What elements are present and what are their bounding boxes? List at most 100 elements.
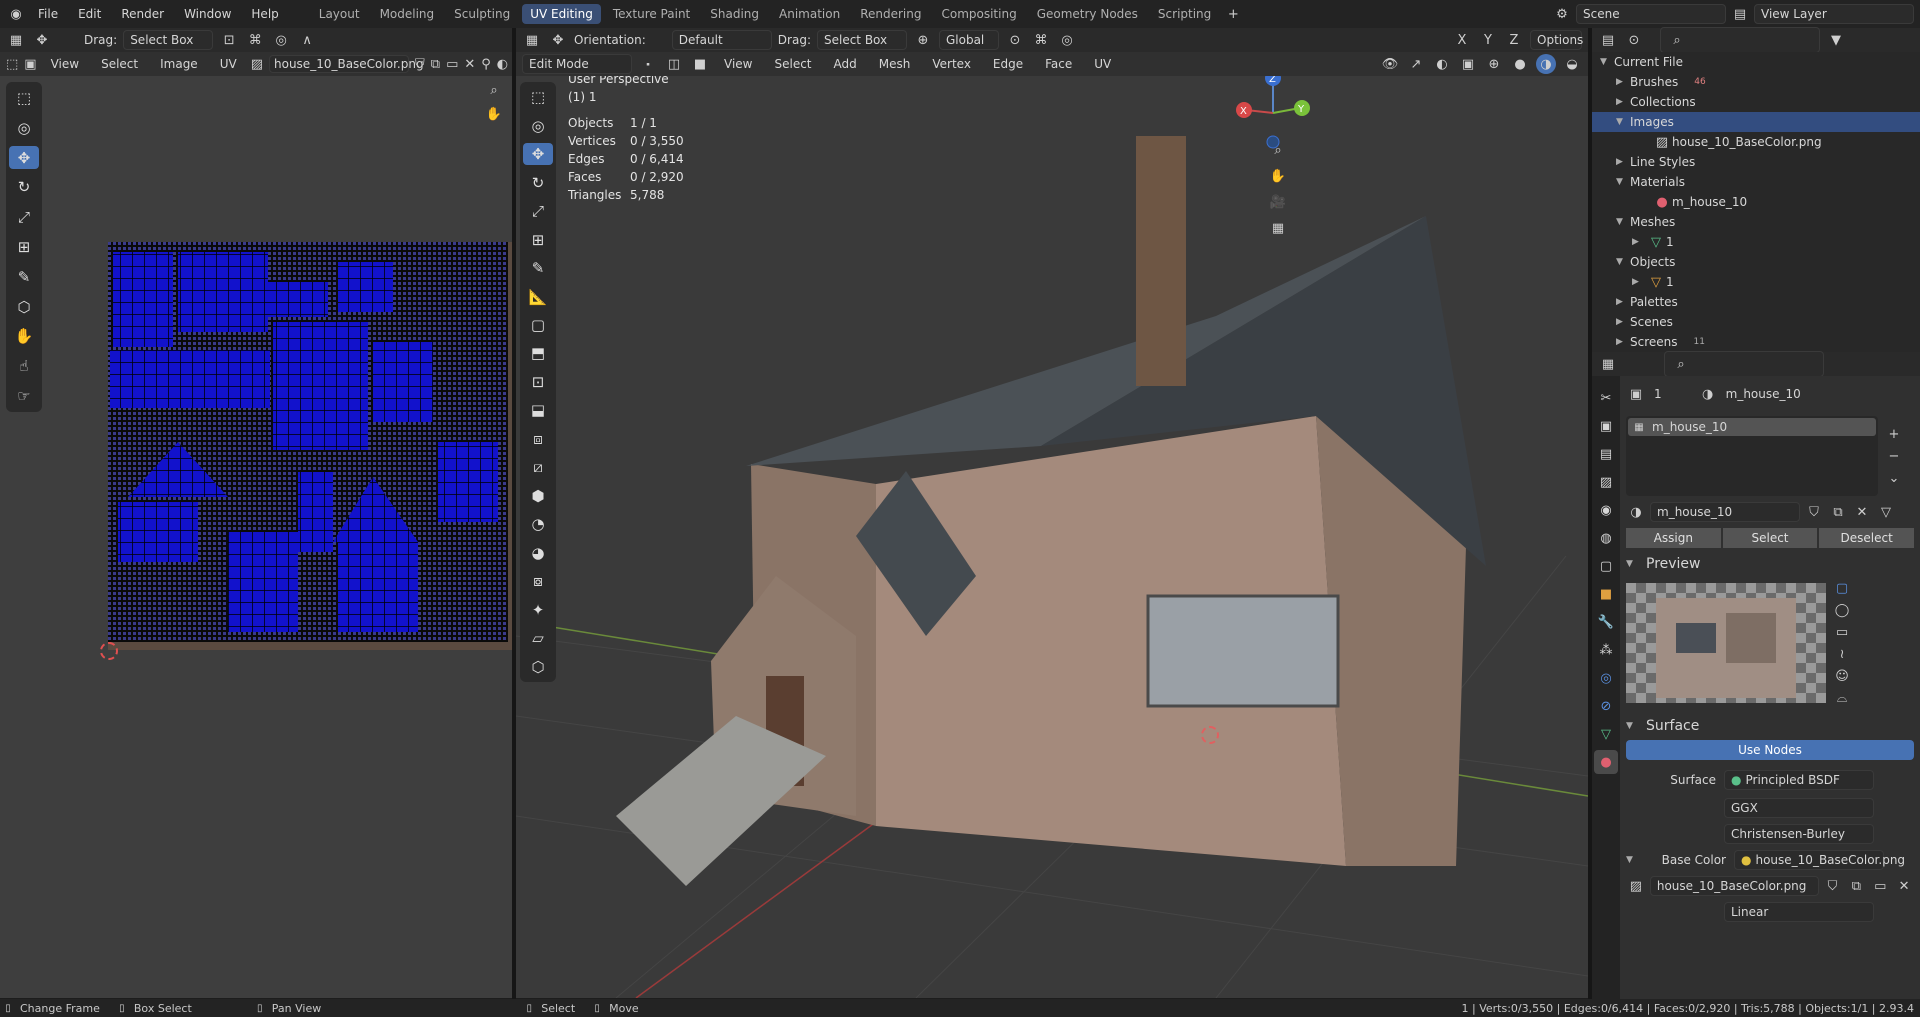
proportional-edit-icon[interactable]: ◎ (1057, 30, 1077, 50)
material-fake-user-icon[interactable]: ⛉ (1804, 502, 1824, 522)
edge-select-icon[interactable]: ◫ (664, 54, 684, 74)
material-slot-list[interactable]: ▦ m_house_10 (1626, 416, 1878, 496)
viewport-menu-add[interactable]: Add (826, 54, 865, 74)
preview-sphere-icon[interactable]: ◯ (1832, 600, 1852, 620)
outliner-item-objects[interactable]: ▼ Objects (1592, 252, 1920, 272)
vertex-select-icon[interactable]: ⬝ (638, 54, 658, 74)
colorspace-select[interactable]: Linear (1724, 902, 1874, 922)
outliner-item-line-styles[interactable]: ▶ Line Styles (1592, 152, 1920, 172)
relax-tool-icon[interactable]: ☝ (9, 354, 39, 378)
rendered-shading-icon[interactable]: ◒ (1562, 54, 1582, 74)
material-slot-item[interactable]: ▦ m_house_10 (1628, 418, 1876, 436)
outliner-item-materials[interactable]: ▼ Materials (1592, 172, 1920, 192)
constraints-tab-icon[interactable]: ⊘ (1594, 694, 1618, 718)
cursor-tool-icon[interactable]: ◎ (9, 116, 39, 140)
scale-tool-icon[interactable]: ⤢ (9, 205, 39, 229)
outliner-item-palettes[interactable]: ▶ Palettes (1592, 292, 1920, 312)
tab-modeling[interactable]: Modeling (372, 4, 443, 24)
gizmo-toggle-icon[interactable]: ↗ (1406, 54, 1426, 74)
filter-icon[interactable]: ▼ (1826, 30, 1846, 50)
tab-shading[interactable]: Shading (702, 4, 767, 24)
camera-view-icon[interactable]: 🎥 (1268, 192, 1288, 212)
distribution-select[interactable]: GGX (1724, 798, 1874, 818)
visibility-icon[interactable]: 👁 (1380, 54, 1400, 74)
render-tab-icon[interactable]: ▣ (1594, 414, 1618, 438)
annotate-tool-icon[interactable]: ✎ (9, 265, 39, 289)
fake-user-icon[interactable]: ⛉ (415, 54, 425, 74)
viewport-move-tool-icon[interactable]: ✥ (548, 30, 568, 50)
uv-drag-select[interactable]: Select Box (123, 30, 214, 50)
uv-image-field[interactable]: house_10_BaseColor.png (269, 55, 424, 73)
output-tab-icon[interactable]: ▤ (1594, 442, 1618, 466)
outliner-item-material[interactable]: ● m_house_10 (1592, 192, 1920, 212)
move-tool-icon[interactable]: ✥ (9, 145, 39, 170)
image-unlink-icon[interactable]: ✕ (1894, 876, 1914, 896)
cursor-3d-tool-icon[interactable]: ◎ (523, 114, 553, 136)
pivot-icon[interactable]: ⊡ (219, 30, 239, 50)
preview-cube-icon[interactable]: ▭ (1832, 622, 1852, 642)
view-layer-selector[interactable]: View Layer (1754, 4, 1914, 24)
tab-layout[interactable]: Layout (311, 4, 368, 24)
xray-y-icon[interactable]: Y (1478, 30, 1498, 50)
tab-geometry-nodes[interactable]: Geometry Nodes (1029, 4, 1146, 24)
material-name-field[interactable]: m_house_10 (1650, 502, 1800, 522)
preview-panel-header[interactable]: ▼ Preview (1626, 556, 1914, 572)
smooth-tool-icon[interactable]: ◕ (523, 542, 553, 564)
slot-specials-icon[interactable]: ⌄ (1884, 468, 1904, 488)
duplicate-image-icon[interactable]: ⧉ (431, 54, 440, 74)
uv-menu-image[interactable]: Image (152, 54, 206, 74)
uv-layout-canvas[interactable] (108, 242, 512, 650)
transform-3d-tool-icon[interactable]: ⊞ (523, 228, 553, 250)
move-tool-icon[interactable]: ✥ (32, 30, 52, 50)
zoom-icon[interactable]: ⌕ (484, 80, 504, 100)
collapse-arrow-icon[interactable]: ▶ (1616, 77, 1630, 87)
edge-slide-tool-icon[interactable]: ⧇ (523, 570, 553, 592)
grab-tool-icon[interactable]: ✋ (9, 325, 39, 349)
preview-expand-icon[interactable]: ▼ (1626, 559, 1640, 569)
falloff-icon[interactable]: ∧ (297, 30, 317, 50)
collapse-arrow-icon[interactable]: ▶ (1616, 157, 1630, 167)
wireframe-shading-icon[interactable]: ⊕ (1484, 54, 1504, 74)
inset-tool-icon[interactable]: ⊡ (523, 371, 553, 393)
tab-scripting[interactable]: Scripting (1150, 4, 1219, 24)
expand-arrow-icon[interactable]: ▼ (1616, 257, 1630, 267)
modifier-tab-icon[interactable]: 🔧 (1594, 610, 1618, 634)
menu-file[interactable]: File (30, 4, 66, 24)
subsurface-method-select[interactable]: Christensen-Burley (1724, 824, 1874, 844)
viewport-area[interactable]: User Perspective (1) 1 Objects 1 / 1 Vert… (516, 76, 1588, 998)
image-open-icon[interactable]: ▭ (1870, 876, 1890, 896)
options-dropdown[interactable]: Options (1530, 30, 1583, 50)
add-slot-icon[interactable]: + (1884, 424, 1904, 444)
uv-menu-view[interactable]: View (43, 54, 87, 74)
expand-arrow-icon[interactable]: ▼ (1616, 177, 1630, 187)
tool-tab-icon[interactable]: ✂ (1594, 386, 1618, 410)
outliner-search[interactable]: ⌕ (1660, 27, 1820, 53)
viewport-menu-face[interactable]: Face (1037, 54, 1080, 74)
select-button[interactable]: Select (1722, 528, 1818, 548)
viewport-editor-type-icon[interactable]: ▦ (522, 30, 542, 50)
orientation-select[interactable]: Default (671, 30, 772, 50)
uv-menu-uv[interactable]: UV (212, 54, 245, 74)
add-cube-tool-icon[interactable]: ▢ (523, 314, 553, 336)
particles-tab-icon[interactable]: ⁂ (1594, 638, 1618, 662)
outliner-item-object[interactable]: ▶ ▽ 1 (1592, 272, 1920, 292)
use-nodes-toggle[interactable]: Use Nodes (1626, 740, 1914, 760)
shrink-tool-icon[interactable]: ✦ (523, 598, 553, 620)
viewport-menu-vertex[interactable]: Vertex (924, 54, 979, 74)
house-model[interactable] (616, 136, 1486, 886)
material-shading-icon[interactable]: ◑ (1536, 54, 1556, 74)
physics-tab-icon[interactable]: ◎ (1594, 666, 1618, 690)
knife-tool-icon[interactable]: ⧄ (523, 456, 553, 478)
material-unlink-icon[interactable]: ✕ (1852, 502, 1872, 522)
blender-logo-icon[interactable]: ◉ (6, 4, 26, 24)
rotate-tool-icon[interactable]: ↻ (9, 175, 39, 199)
pan-icon[interactable]: ✋ (484, 104, 504, 124)
pan-view-icon[interactable]: ✋ (1268, 166, 1288, 186)
browse-material-icon[interactable]: ◑ (1626, 502, 1646, 522)
collapse-arrow-icon[interactable]: ▶ (1616, 337, 1630, 347)
deselect-button[interactable]: Deselect (1819, 528, 1915, 548)
image-texture-field[interactable]: house_10_BaseColor.png (1649, 876, 1819, 896)
preview-plane-icon[interactable]: ▢ (1832, 578, 1852, 598)
tab-rendering[interactable]: Rendering (852, 4, 929, 24)
outliner-item-images[interactable]: ▼ Images (1592, 112, 1920, 132)
